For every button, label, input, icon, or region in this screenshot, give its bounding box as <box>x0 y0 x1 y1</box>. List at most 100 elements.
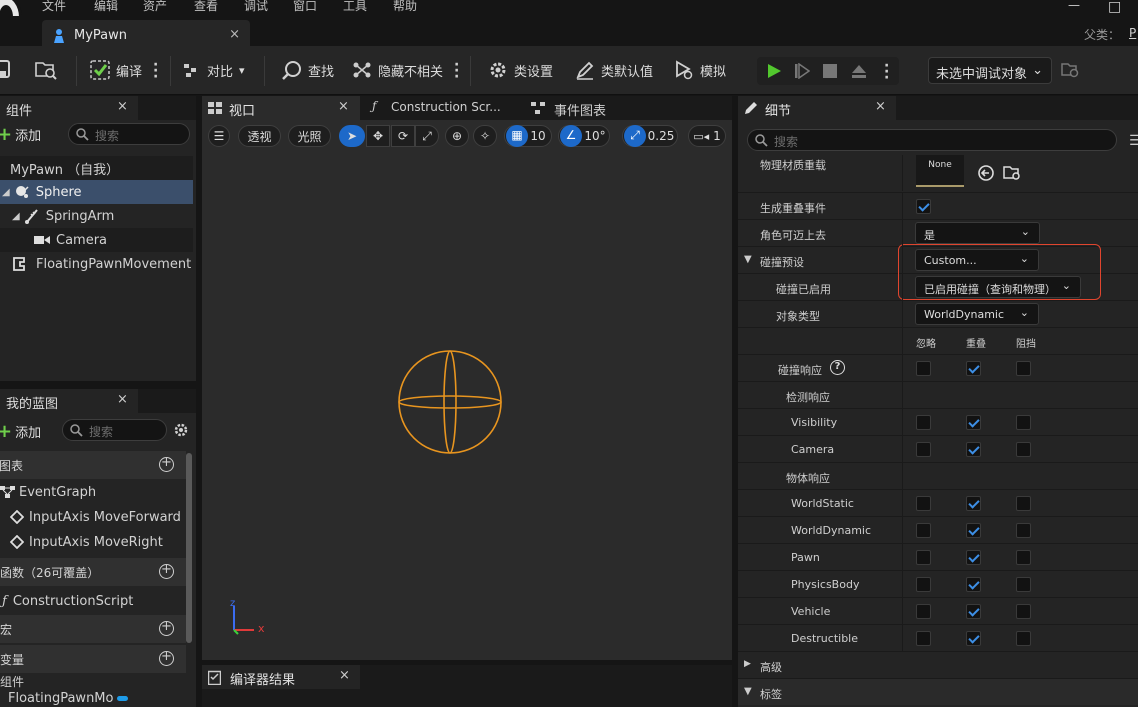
function-item-constructionscript[interactable]: ƒ ConstructionScript <box>0 589 193 613</box>
compile-button[interactable]: 编译 <box>90 60 142 80</box>
world-local-button[interactable]: ⊕ <box>445 125 469 147</box>
destructible-overlap-checkbox[interactable] <box>966 631 981 646</box>
compiler-results-close-button[interactable]: × <box>339 668 350 683</box>
stop-icon[interactable] <box>823 64 837 81</box>
viewport-menu-button[interactable]: ☰ <box>208 125 230 147</box>
tree-item-mypawn[interactable]: MyPawn （自我） <box>0 156 193 180</box>
vehicle-ignore-checkbox[interactable] <box>916 604 931 619</box>
add-graph-icon[interactable]: + <box>159 456 174 472</box>
gear-icon[interactable] <box>173 422 189 441</box>
graphs-section-header[interactable]: 图表 + <box>0 451 186 479</box>
functions-section-header[interactable]: 函数（26可覆盖） + <box>0 558 186 586</box>
tree-item-sphere[interactable]: ◢ Sphere <box>0 180 193 204</box>
variables-section-header[interactable]: 变量 + <box>0 645 186 673</box>
compile-options-kebab-icon[interactable]: · · · <box>153 58 158 84</box>
details-close-button[interactable]: × <box>875 99 886 114</box>
details-view-options-icon[interactable]: ☰ <box>1129 133 1138 149</box>
object-type-dropdown[interactable]: WorldDynamic ⌄ <box>915 303 1039 325</box>
class-settings-button[interactable]: 类设置 <box>488 60 553 80</box>
expand-triangle-icon[interactable]: ▼ <box>744 254 752 265</box>
all-block-checkbox[interactable] <box>1016 361 1031 376</box>
my-blueprint-add-button[interactable]: + 添加 <box>0 422 41 441</box>
perspective-button[interactable]: 透视 <box>238 125 281 147</box>
phys-material-thumbnail[interactable]: None <box>916 155 964 187</box>
physicsbody-overlap-checkbox[interactable] <box>966 577 981 592</box>
components-close-button[interactable]: × <box>117 99 128 114</box>
visibility-ignore-checkbox[interactable] <box>916 415 931 430</box>
tree-item-springarm[interactable]: ◢ SpringArm <box>0 204 193 228</box>
all-overlap-checkbox[interactable] <box>966 361 981 376</box>
physicsbody-ignore-checkbox[interactable] <box>916 577 931 592</box>
can-step-up-dropdown[interactable]: 是 ⌄ <box>915 222 1040 244</box>
menu-file[interactable]: 文件 <box>42 0 66 14</box>
camera-block-checkbox[interactable] <box>1016 442 1031 457</box>
camera-overlap-checkbox[interactable] <box>966 442 981 457</box>
sphere-wireframe[interactable] <box>394 346 506 458</box>
vehicle-block-checkbox[interactable] <box>1016 604 1031 619</box>
scale-snap-button[interactable]: ⤢ 0.25 <box>622 125 678 147</box>
add-variable-icon[interactable]: + <box>159 650 174 666</box>
prop-row-tags[interactable]: ▼ 标签 <box>738 678 1138 705</box>
tab-construction-script[interactable]: ƒ Construction Scr... <box>366 96 521 120</box>
minimize-button[interactable]: — <box>1068 0 1080 12</box>
select-mode-button[interactable]: ➤ <box>339 125 365 147</box>
visibility-block-checkbox[interactable] <box>1016 415 1031 430</box>
lighting-button[interactable]: 光照 <box>288 125 331 147</box>
worldstatic-block-checkbox[interactable] <box>1016 496 1031 511</box>
graph-item-moveforward[interactable]: InputAxis MoveForward <box>0 505 193 529</box>
toolbar-more-kebab-icon[interactable]: · · · <box>454 58 459 84</box>
tab-viewport-close-button[interactable]: × <box>338 99 349 114</box>
variable-item[interactable]: FloatingPawnMo <box>8 691 129 706</box>
worlddynamic-block-checkbox[interactable] <box>1016 523 1031 538</box>
destructible-ignore-checkbox[interactable] <box>916 631 931 646</box>
worldstatic-overlap-checkbox[interactable] <box>966 496 981 511</box>
graph-item-moveright[interactable]: InputAxis MoveRight <box>0 530 193 554</box>
class-defaults-button[interactable]: 类默认值 <box>575 60 653 80</box>
help-icon[interactable]: ? <box>830 360 845 375</box>
add-macro-icon[interactable]: + <box>159 620 174 636</box>
document-tab-close-button[interactable]: × <box>229 27 240 42</box>
details-search-input[interactable]: 搜索 <box>747 129 1117 151</box>
menu-assets[interactable]: 资产 <box>143 0 167 14</box>
worlddynamic-ignore-checkbox[interactable] <box>916 523 931 538</box>
save-icon[interactable] <box>0 60 10 81</box>
generate-overlap-checkbox[interactable] <box>916 199 931 214</box>
pawn-overlap-checkbox[interactable] <box>966 550 981 565</box>
find-button[interactable]: 查找 <box>282 60 334 80</box>
tree-item-floatingpawnmovement[interactable]: FloatingPawnMovement <box>0 252 193 276</box>
parent-class-link[interactable]: P <box>1129 26 1136 40</box>
worlddynamic-overlap-checkbox[interactable] <box>966 523 981 538</box>
debug-object-select[interactable]: 未选中调试对象 ⌄ <box>928 57 1052 84</box>
play-icon[interactable] <box>766 63 782 82</box>
menu-window[interactable]: 窗口 <box>293 0 317 14</box>
pawn-block-checkbox[interactable] <box>1016 550 1031 565</box>
components-search-input[interactable]: 搜索 <box>68 123 190 145</box>
pawn-ignore-checkbox[interactable] <box>916 550 931 565</box>
details-tab[interactable]: 细节 × <box>738 96 896 120</box>
hide-unrelated-button[interactable]: 隐藏不相关 <box>352 60 443 80</box>
debug-browse-icon[interactable] <box>1061 62 1079 81</box>
add-function-icon[interactable]: + <box>159 563 174 579</box>
play-options-kebab-icon[interactable]: · · · <box>884 59 889 85</box>
camera-speed-button[interactable]: ▭◂ 1 <box>688 125 726 147</box>
grid-snap-button[interactable]: ▦ 10 <box>504 125 552 147</box>
surface-snap-button[interactable]: ✧ <box>473 125 497 147</box>
menu-help[interactable]: 帮助 <box>393 0 417 14</box>
menu-debug[interactable]: 调试 <box>244 0 268 14</box>
vehicle-overlap-checkbox[interactable] <box>966 604 981 619</box>
eject-icon[interactable] <box>850 63 868 82</box>
macros-section-header[interactable]: 宏 + <box>0 615 186 643</box>
physicsbody-block-checkbox[interactable] <box>1016 577 1031 592</box>
step-icon[interactable] <box>794 62 811 82</box>
menu-tools[interactable]: 工具 <box>343 0 367 14</box>
browse-icon[interactable] <box>35 60 57 83</box>
my-blueprint-close-button[interactable]: × <box>117 392 128 407</box>
prop-row-advanced[interactable]: ▶ 高级 <box>738 651 1138 678</box>
tab-event-graph[interactable]: 事件图表 <box>527 96 677 120</box>
compiler-results-tab[interactable]: 编译器结果 × <box>202 665 360 689</box>
menu-edit[interactable]: 编辑 <box>94 0 118 14</box>
visibility-overlap-checkbox[interactable] <box>966 415 981 430</box>
document-tab-mypawn[interactable]: MyPawn × <box>42 20 250 48</box>
tab-viewport[interactable]: 视口 × <box>202 96 360 120</box>
scale-button[interactable]: ⤢ <box>415 125 439 147</box>
